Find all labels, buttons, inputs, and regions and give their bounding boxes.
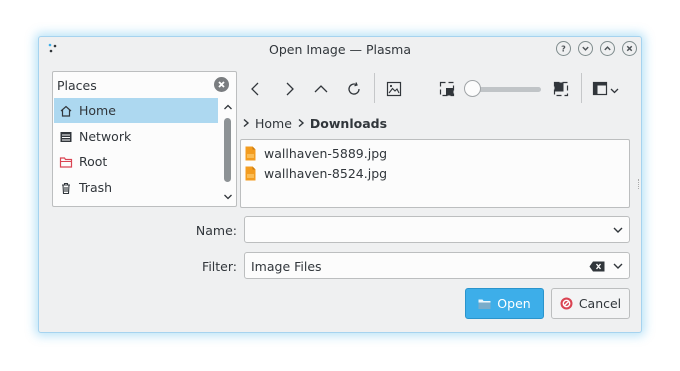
chevron-down-icon[interactable]: [613, 226, 623, 234]
places-item-network[interactable]: Network: [54, 124, 218, 149]
help-icon: ?: [561, 44, 566, 53]
close-places-button[interactable]: [214, 77, 229, 92]
breadcrumb-expand-icon[interactable]: [241, 118, 251, 128]
zoom-slider-handle[interactable]: [464, 80, 481, 97]
image-file-icon: [245, 146, 256, 160]
cancel-button-label: Cancel: [578, 296, 622, 311]
cancel-icon: [560, 297, 573, 310]
close-icon: [218, 81, 225, 88]
places-scrollbar[interactable]: [221, 98, 235, 206]
up-icon: [314, 85, 328, 93]
view-options-button[interactable]: [592, 79, 624, 99]
open-image-dialog: Open Image — Plasma ? Places Home Network…: [38, 36, 642, 333]
up-button[interactable]: [311, 79, 331, 99]
open-button-label: Open: [497, 296, 531, 311]
clear-filter-icon[interactable]: [589, 261, 605, 272]
places-header: Places: [53, 72, 236, 98]
breadcrumb-item-home[interactable]: Home: [255, 116, 292, 131]
chevron-down-icon[interactable]: [613, 262, 623, 270]
scroll-down-icon[interactable]: [223, 192, 233, 202]
title-bar[interactable]: Open Image — Plasma ?: [39, 37, 641, 63]
network-icon: [59, 130, 73, 144]
close-icon: [626, 45, 633, 52]
cancel-button[interactable]: Cancel: [551, 288, 630, 319]
trash-icon: [59, 181, 73, 195]
file-item[interactable]: wallhaven-5889.jpg: [245, 143, 387, 163]
view-options-icon: [592, 81, 619, 96]
maximize-button[interactable]: [600, 41, 615, 56]
toolbar-separator: [374, 73, 375, 103]
breadcrumb-item-downloads[interactable]: Downloads: [310, 116, 387, 131]
back-icon: [251, 82, 259, 96]
zoom-in-button[interactable]: [551, 79, 571, 99]
minimize-icon: [582, 46, 589, 51]
open-button[interactable]: Open: [465, 288, 544, 319]
folder-red-icon: [59, 155, 73, 169]
forward-button[interactable]: [279, 79, 299, 99]
name-label: Name:: [195, 223, 237, 238]
file-list[interactable]: wallhaven-5889.jpg wallhaven-8524.jpg: [240, 139, 630, 208]
places-item-root[interactable]: Root: [54, 149, 218, 174]
places-panel: Places Home Network Root Trash: [52, 71, 237, 207]
scroll-thumb[interactable]: [224, 118, 231, 182]
breadcrumb: Home Downloads: [241, 114, 387, 132]
places-item-label: Network: [79, 129, 132, 144]
image-file-icon: [245, 166, 256, 180]
file-name: wallhaven-5889.jpg: [264, 145, 388, 161]
close-button[interactable]: [622, 41, 637, 56]
places-item-trash[interactable]: Trash: [54, 175, 218, 200]
maximize-icon: [604, 46, 611, 51]
zoom-in-icon: [553, 81, 569, 97]
filter-label: Filter:: [202, 259, 237, 274]
scroll-up-icon[interactable]: [223, 102, 233, 112]
toolbar-separator: [581, 73, 582, 103]
reload-button[interactable]: [344, 79, 364, 99]
zoom-out-icon: [439, 81, 455, 97]
places-item-label: Trash: [79, 180, 113, 195]
preview-icon: [386, 81, 402, 97]
places-item-label: Home: [79, 103, 116, 118]
places-item-home[interactable]: Home: [54, 98, 218, 123]
window-title: Open Image — Plasma: [269, 42, 411, 57]
zoom-out-button[interactable]: [437, 79, 457, 99]
help-button[interactable]: ?: [556, 41, 571, 56]
places-item-label: Root: [79, 154, 108, 169]
filter-combobox[interactable]: Image Files: [244, 252, 630, 279]
breadcrumb-separator-icon[interactable]: [296, 118, 306, 128]
home-icon: [59, 104, 73, 118]
minimize-button[interactable]: [578, 41, 593, 56]
name-combobox[interactable]: [244, 216, 630, 243]
file-name: wallhaven-8524.jpg: [264, 165, 388, 181]
forward-icon: [286, 82, 294, 96]
places-title: Places: [57, 78, 97, 93]
folder-open-icon: [478, 297, 491, 310]
resize-grip[interactable]: [638, 179, 641, 189]
reload-icon: [348, 82, 360, 95]
back-button[interactable]: [246, 79, 266, 99]
svg-text:?: ?: [561, 44, 566, 53]
filter-value: Image Files: [251, 259, 322, 274]
preview-button[interactable]: [384, 79, 404, 99]
file-item[interactable]: wallhaven-8524.jpg: [245, 163, 387, 183]
